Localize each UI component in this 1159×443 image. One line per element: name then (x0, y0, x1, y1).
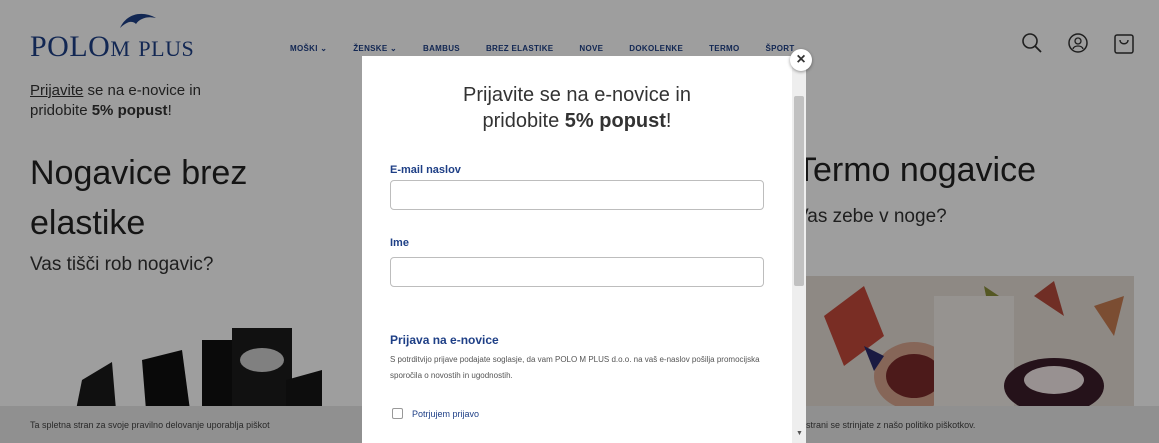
email-label: E-mail naslov (390, 164, 461, 176)
consent-text: S potrditvijo prijave podajate soglasje,… (390, 355, 760, 380)
confirm-checkbox[interactable] (392, 408, 403, 419)
modal-title-end: ! (665, 110, 672, 132)
modal-title-line1: Prijavite se na e-novice in (463, 84, 691, 106)
email-field[interactable] (390, 180, 764, 210)
modal-title-bold: 5% popust (564, 110, 666, 132)
confirm-checkbox-row[interactable]: Potrjujem prijavo (392, 408, 479, 419)
modal-title: Prijavite se na e-novice in pridobite 5%… (362, 82, 792, 134)
close-button[interactable]: × (790, 49, 812, 71)
scrollbar-thumb[interactable] (794, 96, 804, 286)
newsletter-modal: Prijavite se na e-novice in pridobite 5%… (362, 56, 806, 443)
newsletter-section-title: Prijava na e-novice (390, 333, 499, 347)
confirm-checkbox-label[interactable]: Potrjujem prijavo (412, 409, 479, 419)
scroll-down-arrow-icon[interactable]: ▼ (796, 430, 803, 437)
modal-scrollbar[interactable]: ▼ (792, 56, 806, 443)
name-field[interactable] (390, 257, 764, 287)
name-label: Ime (390, 237, 409, 249)
modal-title-pre: pridobite (482, 110, 565, 132)
